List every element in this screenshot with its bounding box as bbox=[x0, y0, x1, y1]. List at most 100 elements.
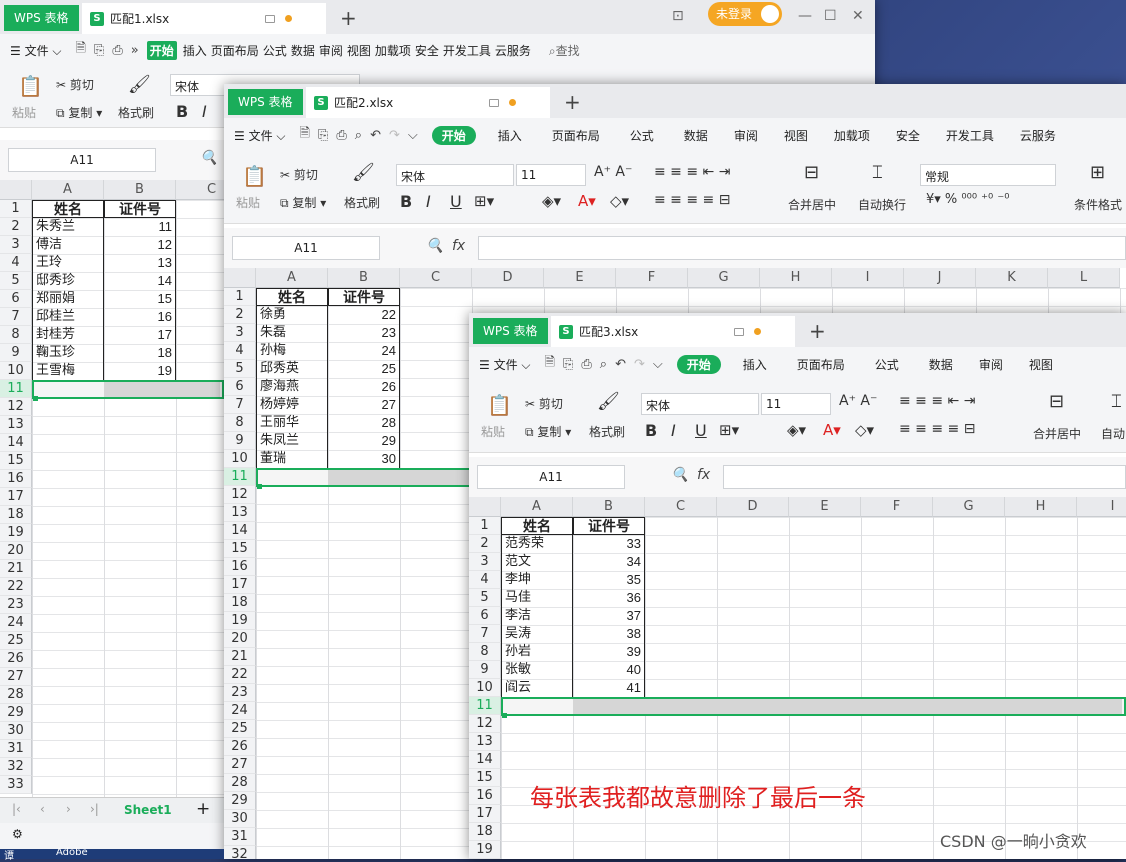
align-icons[interactable]: ≡ ≡ ≡ ⇤ ⇥ bbox=[899, 393, 975, 409]
wrap-icon[interactable]: ⌶ bbox=[872, 162, 883, 183]
number-format-icons[interactable]: ¥▾ % ⁰⁰⁰ ⁺⁰ ⁻⁰ bbox=[926, 192, 1009, 207]
column-header[interactable]: B bbox=[328, 268, 400, 288]
paste-icon[interactable]: 📋 bbox=[487, 393, 512, 417]
print-preview-icon[interactable]: ⌕ bbox=[600, 357, 607, 372]
cut-button[interactable]: ✂ 剪切 bbox=[525, 395, 563, 412]
name-cell[interactable]: 范文 bbox=[501, 553, 573, 571]
row-header[interactable]: 5 bbox=[224, 360, 256, 378]
doc-tab-pipei1[interactable]: S 匹配1.xlsx bbox=[82, 3, 326, 34]
doc-tab-pipei2[interactable]: S 匹配2.xlsx bbox=[306, 87, 550, 118]
save-icon[interactable]: 🗎 bbox=[300, 124, 310, 146]
tab-review[interactable]: 审阅 bbox=[319, 42, 343, 59]
paste-button[interactable]: 粘贴 bbox=[236, 194, 260, 211]
print-icon[interactable]: ⎙ bbox=[336, 128, 346, 143]
more-icon[interactable]: » bbox=[131, 43, 139, 58]
name-cell[interactable]: 王丽华 bbox=[256, 414, 328, 432]
row-header[interactable]: 18 bbox=[469, 823, 501, 841]
name-cell[interactable]: 郑丽娟 bbox=[32, 290, 104, 308]
bold-button[interactable]: B bbox=[400, 192, 412, 211]
id-cell[interactable]: 33 bbox=[573, 535, 645, 553]
name-cell[interactable]: 李洁 bbox=[501, 607, 573, 625]
new-tab-button[interactable]: + bbox=[564, 90, 581, 114]
menu-file[interactable]: ☰ 文件 ⌵ bbox=[10, 42, 62, 59]
export-icon[interactable]: ⎘ bbox=[94, 43, 104, 58]
row-header[interactable]: 22 bbox=[224, 666, 256, 684]
name-cell[interactable]: 杨婷婷 bbox=[256, 396, 328, 414]
column-header[interactable]: G bbox=[933, 497, 1005, 517]
name-cell[interactable]: 阎云 bbox=[501, 679, 573, 697]
tab-page-layout[interactable]: 页面布局 bbox=[797, 356, 845, 373]
row-header[interactable]: 15 bbox=[469, 769, 501, 787]
row-header[interactable]: 29 bbox=[0, 704, 32, 722]
id-cell[interactable]: 28 bbox=[328, 414, 400, 432]
close-button[interactable]: ✕ bbox=[852, 8, 864, 24]
row-header[interactable]: 5 bbox=[469, 589, 501, 607]
row-header[interactable]: 17 bbox=[224, 576, 256, 594]
tab-view[interactable]: 视图 bbox=[784, 127, 808, 144]
row-header[interactable]: 3 bbox=[0, 236, 32, 254]
row-header[interactable]: 5 bbox=[0, 272, 32, 290]
row-header[interactable]: 7 bbox=[0, 308, 32, 326]
column-header[interactable]: F bbox=[616, 268, 688, 288]
row-header[interactable]: 14 bbox=[469, 751, 501, 769]
row-header[interactable]: 12 bbox=[469, 715, 501, 733]
column-header[interactable]: C bbox=[645, 497, 717, 517]
wps-brand-tab[interactable]: WPS 表格 bbox=[473, 318, 548, 344]
row-header[interactable]: 10 bbox=[0, 362, 32, 380]
column-header[interactable]: J bbox=[904, 268, 976, 288]
font-grow-icon[interactable]: A⁺ A⁻ bbox=[839, 393, 877, 409]
tab-security[interactable]: 安全 bbox=[896, 127, 920, 144]
row-header[interactable]: 6 bbox=[0, 290, 32, 308]
monitor-icon[interactable] bbox=[489, 98, 500, 107]
row-header[interactable]: 19 bbox=[0, 524, 32, 542]
wps-brand-tab[interactable]: WPS 表格 bbox=[228, 89, 303, 115]
column-header[interactable]: B bbox=[573, 497, 645, 517]
monitor-icon[interactable] bbox=[734, 327, 745, 336]
column-header[interactable]: F bbox=[861, 497, 933, 517]
row-header[interactable]: 7 bbox=[224, 396, 256, 414]
name-cell[interactable]: 范秀荣 bbox=[501, 535, 573, 553]
row-header[interactable]: 23 bbox=[224, 684, 256, 702]
row-header[interactable]: 11 bbox=[469, 697, 501, 715]
id-cell[interactable]: 19 bbox=[104, 362, 176, 380]
tab-cloud[interactable]: 云服务 bbox=[495, 42, 531, 59]
new-tab-button[interactable]: + bbox=[809, 319, 826, 343]
select-all-corner[interactable] bbox=[469, 497, 501, 517]
taskbar-app-adobe[interactable]: Adobe bbox=[56, 847, 88, 858]
row-header[interactable]: 11 bbox=[0, 380, 32, 398]
name-cell[interactable]: 孙梅 bbox=[256, 342, 328, 360]
row-header[interactable]: 1 bbox=[224, 288, 256, 306]
bold-button[interactable]: B bbox=[645, 421, 657, 440]
row-header[interactable]: 31 bbox=[224, 828, 256, 846]
conditional-format-button[interactable]: 条件格式 bbox=[1074, 196, 1122, 213]
last-sheet-icon[interactable]: ›| bbox=[90, 802, 99, 816]
fill-color-icon[interactable]: ◈▾ bbox=[787, 421, 806, 439]
row-header[interactable]: 8 bbox=[469, 643, 501, 661]
row-header[interactable]: 6 bbox=[469, 607, 501, 625]
tab-addins[interactable]: 加载项 bbox=[834, 127, 870, 144]
id-cell[interactable]: 34 bbox=[573, 553, 645, 571]
chevron-down-icon[interactable]: ⌵ bbox=[408, 128, 418, 143]
font-size-select[interactable]: 11 bbox=[761, 393, 831, 415]
cut-button[interactable]: ✂ 剪切 bbox=[280, 166, 318, 183]
column-header[interactable]: H bbox=[760, 268, 832, 288]
name-cell[interactable]: 邱秀英 bbox=[256, 360, 328, 378]
italic-button[interactable]: I bbox=[426, 192, 431, 211]
row-header[interactable]: 4 bbox=[0, 254, 32, 272]
tab-security[interactable]: 安全 bbox=[415, 42, 439, 59]
doc-tab-pipei3[interactable]: S 匹配3.xlsx bbox=[551, 316, 795, 347]
column-header[interactable]: E bbox=[789, 497, 861, 517]
id-cell[interactable]: 26 bbox=[328, 378, 400, 396]
name-cell[interactable]: 邱桂兰 bbox=[32, 308, 104, 326]
row-header[interactable]: 17 bbox=[469, 805, 501, 823]
row-header[interactable]: 2 bbox=[469, 535, 501, 553]
row-header[interactable]: 32 bbox=[224, 846, 256, 859]
row-header[interactable]: 30 bbox=[0, 722, 32, 740]
undo-icon[interactable]: ↶ bbox=[370, 128, 381, 143]
column-header[interactable]: C bbox=[400, 268, 472, 288]
row-header[interactable]: 17 bbox=[0, 488, 32, 506]
name-cell[interactable]: 王玲 bbox=[32, 254, 104, 272]
tab-data[interactable]: 数据 bbox=[291, 42, 315, 59]
zoom-icon[interactable]: 🔍 bbox=[671, 467, 688, 483]
minimize-button[interactable]: — bbox=[798, 8, 812, 24]
